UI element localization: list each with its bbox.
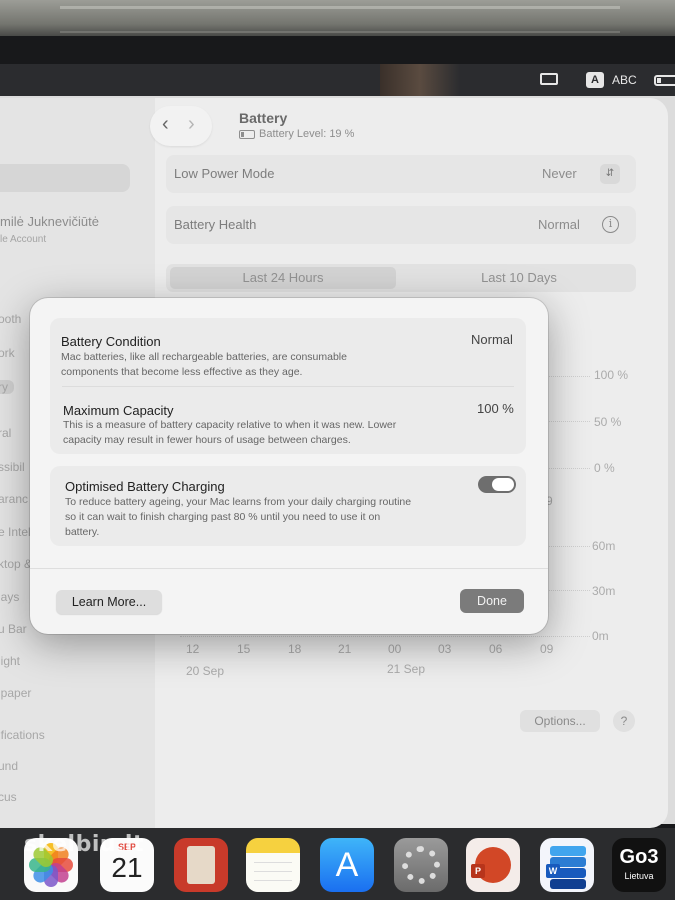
battery-health-row: Battery Health Normal i (166, 206, 636, 244)
hour-label: 03 (438, 642, 452, 656)
low-power-row: Low Power Mode Never ⇵ (166, 155, 636, 193)
tab-last-10-days[interactable]: Last 10 Days (406, 267, 632, 289)
background-room (0, 0, 675, 40)
nav-buttons: ‹ › (150, 106, 212, 146)
sidebar-item[interactable]: lays (0, 590, 19, 604)
sidebar-item[interactable]: ssibil (0, 460, 25, 474)
app-store-icon[interactable]: A (320, 838, 374, 892)
hour-label: 12 (186, 642, 200, 656)
battery-health-dialog: Battery Condition Normal Mac batteries, … (30, 298, 548, 634)
sidebar-item[interactable]: light (0, 654, 20, 668)
hour-label: 21 (338, 642, 352, 656)
level-axis-label: 50 % (594, 415, 622, 429)
hour-label: 00 (388, 642, 402, 656)
battery-health-label: Battery Health (174, 217, 257, 232)
input-source-label[interactable]: ABC (612, 73, 637, 87)
sidebar-item-battery[interactable]: ry (0, 380, 14, 394)
back-chevron-icon[interactable]: ‹ (162, 114, 169, 134)
hour-label: 09 (540, 642, 554, 656)
info-icon[interactable]: i (602, 216, 619, 233)
system-settings-icon[interactable] (394, 838, 448, 892)
time-range-segmented-control: Last 24 Hours Last 10 Days (166, 264, 636, 292)
date-label: 21 Sep (387, 662, 426, 676)
sidebar-item[interactable]: ktop & (0, 557, 32, 571)
battery-icon[interactable] (654, 75, 675, 86)
maximum-capacity-title: Maximum Capacity (63, 403, 174, 418)
sidebar-item[interactable]: ork (0, 346, 15, 360)
sidebar-item[interactable]: ifications (0, 728, 45, 742)
optimised-charging-title: Optimised Battery Charging (65, 479, 225, 494)
sidebar-user-account: le Account (0, 234, 47, 245)
battery-condition-description: Mac batteries, like all rechargeable bat… (61, 351, 347, 378)
divider (30, 568, 548, 569)
battery-level-icon (239, 129, 255, 139)
level-axis-label: 100 % (594, 368, 629, 382)
low-power-stepper-icon[interactable]: ⇵ (600, 164, 620, 184)
sidebar-item[interactable]: e Intel (0, 525, 31, 539)
sidebar-item[interactable]: ooth (0, 312, 21, 326)
grid-line (180, 636, 590, 637)
low-power-label: Low Power Mode (174, 166, 275, 181)
word-icon[interactable]: W (540, 838, 594, 892)
optimised-charging-description: To reduce battery ageing, your Mac learn… (65, 496, 412, 538)
battery-condition-title: Battery Condition (61, 334, 161, 349)
powerpoint-icon[interactable]: P (466, 838, 520, 892)
sidebar-item[interactable]: ral (0, 426, 11, 440)
watermark: skelbiu.lt (24, 832, 144, 857)
battery-condition-value: Normal (471, 332, 513, 347)
sidebar-item[interactable]: lpaper (0, 686, 31, 700)
sidebar-item[interactable]: und (0, 759, 18, 773)
sidebar-item[interactable]: cus (0, 790, 17, 804)
battery-health-value: Normal (538, 217, 580, 232)
sidebar-item[interactable]: u Bar (0, 622, 27, 636)
hour-label: 15 (237, 642, 251, 656)
optimised-charging-card: Optimised Battery Charging To reduce bat… (50, 466, 526, 546)
time-axis-label: 0m (592, 629, 609, 643)
divider (62, 386, 514, 387)
sidebar-item[interactable]: aranc (0, 492, 28, 506)
learn-more-button[interactable]: Learn More... (56, 590, 162, 614)
done-button[interactable]: Done (460, 589, 524, 613)
hour-label: 06 (489, 642, 503, 656)
forward-chevron-icon[interactable]: › (188, 114, 195, 134)
hour-label: 18 (288, 642, 302, 656)
optimised-charging-toggle[interactable] (478, 476, 516, 493)
battery-level: Battery Level: 19 % (239, 128, 354, 140)
level-axis-label: 0 % (594, 461, 615, 475)
go3-icon[interactable]: Go3 Lietuva (612, 838, 666, 892)
time-axis-label: 60m (592, 539, 616, 553)
options-button[interactable]: Options... (520, 710, 600, 732)
input-source-badge[interactable]: A (586, 72, 604, 88)
help-button[interactable]: ? (613, 710, 635, 732)
sidebar-user-name[interactable]: milė Juknevičiūtė (0, 214, 99, 229)
tab-last-24-hours[interactable]: Last 24 Hours (170, 267, 396, 289)
photo-booth-icon[interactable] (174, 838, 228, 892)
page-title: Battery (239, 110, 288, 126)
date-label: 20 Sep (186, 664, 225, 678)
sidebar-search[interactable] (0, 164, 130, 192)
notes-icon[interactable] (246, 838, 300, 892)
display-icon[interactable] (540, 73, 558, 85)
maximum-capacity-description: This is a measure of battery capacity re… (63, 419, 397, 446)
health-details-card: Battery Condition Normal Mac batteries, … (50, 318, 526, 454)
time-axis-label: 30m (592, 584, 616, 598)
maximum-capacity-value: 100 % (477, 401, 514, 416)
menu-bar: A ABC (0, 64, 675, 96)
low-power-value[interactable]: Never (542, 166, 577, 181)
